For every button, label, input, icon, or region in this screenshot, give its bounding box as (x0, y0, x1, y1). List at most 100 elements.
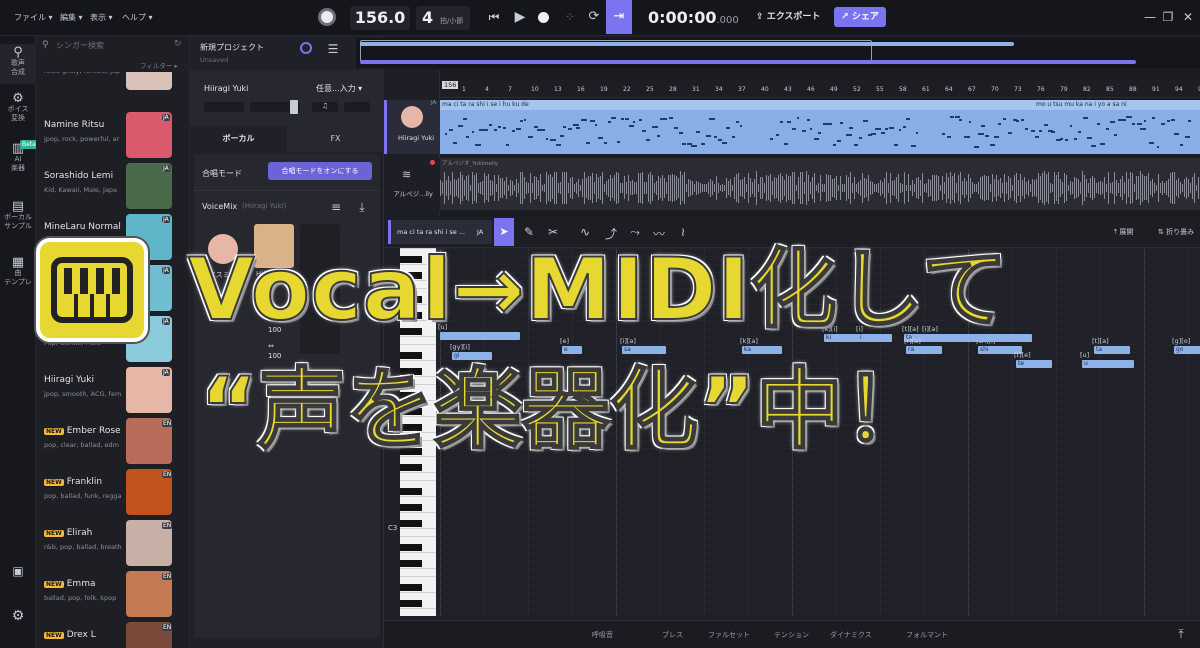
play-icon[interactable]: ▶ (512, 9, 528, 25)
record-icon[interactable] (538, 12, 549, 23)
wave-bar (684, 172, 685, 204)
singer-lang-badge: EN (162, 471, 173, 478)
wave-bar (1106, 183, 1107, 193)
wave-bar (1130, 172, 1131, 204)
param-tab[interactable]: テンション (774, 630, 809, 640)
black-key[interactable] (400, 600, 422, 607)
follow-playhead-button[interactable]: ⇥ (606, 0, 632, 34)
wave-bar (924, 183, 925, 193)
tutorial-icon[interactable]: ▣ (10, 564, 26, 578)
minimize-icon[interactable]: — (1144, 10, 1156, 24)
tab-vocal[interactable]: ボーカル (190, 126, 287, 152)
note-block[interactable]: ka (742, 346, 782, 354)
singer-card[interactable]: NEW Ember Rose pop, clear, ballad, edm EN (36, 418, 190, 466)
mini-note (638, 118, 643, 121)
wave-bar (818, 182, 819, 194)
filter-button[interactable]: フィルター ▸ (140, 60, 178, 70)
restore-icon[interactable]: ❐ (1162, 10, 1174, 24)
user-icon[interactable] (300, 42, 312, 54)
mixer-sliders-icon[interactable]: ☰ (326, 42, 340, 56)
singer-search-input[interactable]: シンガー検索 (56, 40, 104, 51)
param-tab[interactable]: ダイナミクス (830, 630, 872, 640)
param-tab[interactable]: フォルマント (906, 630, 948, 640)
menu-view[interactable]: 表示 ▾ (90, 12, 113, 23)
pitch-curve-icon[interactable]: ∿ (578, 225, 592, 239)
list-icon[interactable]: ≡ (330, 200, 342, 214)
pan-knob[interactable] (290, 100, 298, 114)
export-button[interactable]: ⇪ エクスポート (756, 9, 820, 22)
settings-gear-icon[interactable]: ⚙ (10, 608, 26, 624)
black-key[interactable] (400, 464, 422, 471)
wave-bar (720, 184, 721, 192)
panel-toggle-icon[interactable]: ⤒ (1174, 627, 1188, 642)
black-key[interactable] (400, 504, 422, 511)
black-key[interactable] (400, 544, 422, 551)
tab-fx[interactable]: FX (287, 126, 384, 152)
black-key[interactable] (400, 560, 422, 567)
rail-song-template[interactable]: ▦ 曲 テンプレ (0, 256, 36, 287)
timeline-ruler[interactable]: 156 1 4 7 10 13 16 19 22 25 28 31 34 37 40 43 46 49 52 55 5… (440, 80, 1200, 98)
mini-note (585, 142, 591, 145)
record-arm-icon[interactable] (430, 160, 435, 165)
param-tab[interactable]: 呼吸音 (592, 630, 613, 640)
black-key[interactable] (400, 520, 422, 527)
menu-edit[interactable]: 編集 ▾ (60, 12, 83, 23)
metronome-grid-icon[interactable]: ⁘ (562, 10, 578, 24)
mini-note (1069, 124, 1072, 127)
scissors-icon[interactable]: ✂ (546, 225, 560, 239)
wave-bar (550, 173, 551, 203)
refresh-icon[interactable]: ↻ (174, 39, 182, 49)
chorus-mode-button[interactable]: 合唱モードをオンにする (268, 162, 372, 180)
wave-bar (606, 181, 607, 195)
wave-bar (1102, 182, 1103, 194)
tempo-box[interactable]: 156.0 (350, 6, 410, 30)
solo-toggle[interactable] (344, 102, 370, 112)
wave-bar (1114, 172, 1115, 204)
note-block[interactable]: go (1174, 346, 1200, 354)
rail-vocal-synth[interactable]: ⚲ 歌声 合成 (0, 44, 36, 84)
grid-row-line (436, 592, 1200, 593)
singer-card[interactable]: Namine Ritsu jpop, rock, powerful, ar JA (36, 112, 190, 160)
rail-voice-convert[interactable]: ⚙ ボイス 変換 (0, 92, 36, 123)
wave-tool-icon[interactable]: ≀ (676, 225, 690, 239)
pencil-icon[interactable]: ✎ (522, 225, 536, 239)
song-overview[interactable] (356, 38, 1200, 68)
singer-card[interactable]: NEW Emma ballad, pop, folk, kpop EN (36, 571, 190, 619)
param-tab[interactable]: ファルセット (708, 630, 750, 640)
vocal-track-header[interactable]: Hiiragi Yuki JA (384, 100, 440, 154)
note-block[interactable]: e (562, 346, 582, 354)
param-tab[interactable]: ブレス (662, 630, 683, 640)
input-mode-select[interactable]: 任意...入力 ▾ (316, 83, 362, 94)
close-icon[interactable]: ✕ (1182, 10, 1194, 24)
loop-icon[interactable]: ⟳ (586, 9, 602, 24)
audio-clip[interactable]: アルペジオ_Yukimelly (440, 158, 1200, 210)
project-title[interactable]: 新規プロジェクト (200, 42, 264, 53)
fold-button[interactable]: ⇅ 折り畳み (1158, 227, 1194, 237)
wave-bar (580, 184, 581, 192)
singer-card[interactable]: NEW Franklin pop, ballad, funk, regga EN (36, 469, 190, 517)
black-key[interactable] (400, 488, 422, 495)
menu-file[interactable]: ファイル ▾ (14, 12, 53, 23)
rail-ai-instrument[interactable]: Beta ▥ AI 楽器 (0, 140, 38, 173)
note-block[interactable]: sa (622, 346, 666, 354)
time-signature-box[interactable]: 4 拍/小節 (416, 6, 470, 30)
note-block[interactable]: ta (1094, 346, 1130, 354)
collapse-icon[interactable]: ⤓ (356, 200, 368, 215)
rail-vocal-sample[interactable]: ▤ ボーカル サンプル (0, 200, 36, 231)
black-key[interactable] (400, 584, 422, 591)
menu-help[interactable]: ヘルプ ▾ (122, 12, 153, 23)
share-button[interactable]: ↗ シェア (834, 7, 886, 27)
singer-card[interactable]: NEW Drex L EN (36, 622, 190, 648)
singer-card[interactable]: Sorashido Lemi Kid, Kawaii, Male, Japa JA (36, 163, 190, 211)
vocal-clip[interactable]: ma ci ta ra shi i se i hu ku de mo u tsu… (440, 100, 1200, 154)
skip-start-icon[interactable]: ⏮ (486, 10, 502, 25)
singer-card[interactable]: Hiiragi Yuki jpop, smooth, ACG, fem JA (36, 367, 190, 415)
singer-card[interactable]: NEW Elirah r&b, pop, ballad, breath EN (36, 520, 190, 568)
headphone-icon[interactable]: ♫ (312, 102, 338, 112)
instrument-track-header[interactable]: ≋ アルペジ...ily (384, 158, 440, 210)
volume-slider[interactable] (204, 102, 244, 112)
expand-button[interactable]: ⤒ 展開 (1114, 227, 1133, 237)
pitch-line-icon[interactable]: ⤳ (628, 225, 642, 240)
note-block[interactable]: ra (906, 346, 942, 354)
singer-card[interactable]: rock, gritty, female, jap (36, 72, 190, 92)
